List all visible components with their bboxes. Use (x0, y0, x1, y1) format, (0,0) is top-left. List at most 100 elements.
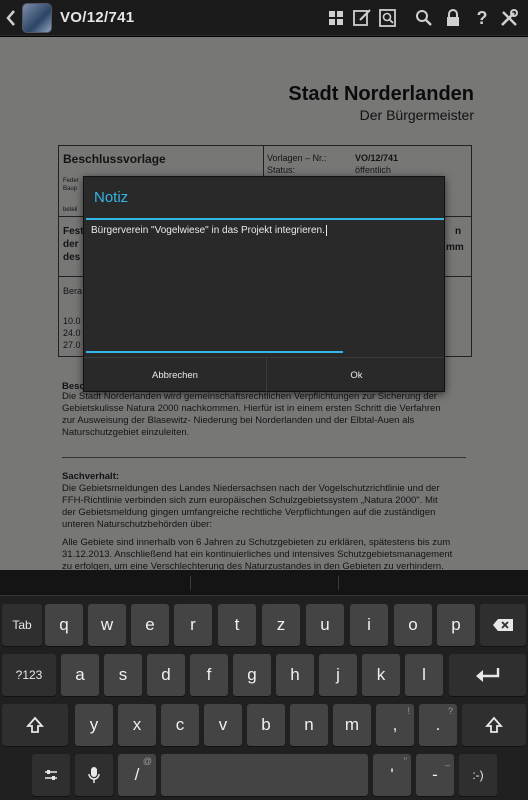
key-r[interactable]: r (174, 604, 212, 646)
key-d[interactable]: d (147, 654, 185, 696)
key-a[interactable]: a (61, 654, 99, 696)
key-h[interactable]: h (276, 654, 314, 696)
table-fragment: beteil (63, 207, 78, 213)
edit-note-icon[interactable] (352, 8, 372, 28)
key-k[interactable]: k (362, 654, 400, 696)
table-fragment: Baup (63, 186, 78, 192)
grid-icon[interactable] (326, 8, 346, 28)
beschluss-line: Naturschutzgebiet einzuleiten. (62, 427, 190, 438)
suggestion-strip[interactable] (0, 570, 528, 596)
sachverhalt-line: 31.12.2013. Anschließend hat ein kontinu… (62, 549, 453, 560)
microphone-icon (88, 767, 100, 783)
table-fragment: 27.0 (63, 340, 81, 350)
key-g[interactable]: g (233, 654, 271, 696)
sachverhalt-line: der Gebietsmeldung gingen umfangreiche r… (62, 507, 436, 518)
tab-key[interactable]: Tab (2, 604, 42, 646)
key-m[interactable]: m (333, 704, 371, 746)
help-icon[interactable]: ? (472, 8, 492, 28)
table-fragment: des (63, 252, 81, 263)
back-icon[interactable] (4, 8, 18, 28)
enter-key[interactable] (449, 654, 526, 696)
question-hint: ? (447, 706, 453, 716)
document-city: Stadt Norderlanden (288, 83, 474, 105)
lock-icon[interactable] (443, 8, 463, 28)
table-fragment: 24.0 (63, 328, 81, 338)
quote-hint: " (403, 756, 407, 766)
shift-right-key[interactable] (462, 704, 526, 746)
underscore-hint: _ (444, 756, 450, 766)
text-cursor (325, 225, 327, 236)
tools-icon[interactable] (499, 8, 519, 28)
key-dash[interactable]: - _ (416, 754, 454, 796)
search-icon[interactable] (414, 8, 434, 28)
key-n[interactable]: n (290, 704, 328, 746)
table-fragment: der (63, 239, 79, 250)
key-b[interactable]: b (247, 704, 285, 746)
sachverhalt-line: FFH-Richtlinie verbinden sich zum europä… (62, 495, 438, 506)
sachverhalt-line: Alle Gebiete sind innerhalb von 6 Jahren… (62, 537, 451, 548)
exclaim-hint: ! (407, 706, 410, 716)
voice-input-key[interactable] (75, 754, 113, 796)
key-q[interactable]: q (45, 604, 83, 646)
key-w[interactable]: w (88, 604, 126, 646)
table-fragment: mm (446, 242, 464, 253)
settings-sliders-icon (45, 770, 57, 780)
action-bar: VO/12/741 ? (0, 0, 528, 36)
sachverhalt-line: zu erfolgen, um eine Verschlechterung de… (62, 561, 444, 570)
table-heading: Beschlussvorlage (63, 152, 166, 166)
note-text-field[interactable]: Bürgerverein "Vogelwiese" in das Projekt… (91, 225, 431, 347)
key-comma[interactable]: , ! (376, 704, 414, 746)
key-c[interactable]: c (161, 704, 199, 746)
beschluss-line: Gebietskulisse Natura 2000 nachkommen. H… (62, 403, 441, 414)
key-t[interactable]: t (218, 604, 256, 646)
shift-icon (485, 716, 503, 733)
slash-label: / (134, 765, 140, 784)
note-text: Bürgerverein "Vogelwiese" in das Projekt… (91, 225, 325, 237)
table-fragment: Fest (63, 226, 84, 237)
key-i[interactable]: i (350, 604, 388, 646)
key-u[interactable]: u (306, 604, 344, 646)
vorlagen-label: Vorlagen – Nr.: (267, 153, 327, 163)
cancel-button[interactable]: Abbrechen (84, 358, 267, 392)
key-e[interactable]: e (131, 604, 169, 646)
key-x[interactable]: x (118, 704, 156, 746)
symbols-key[interactable]: ?123 (2, 654, 56, 696)
status-value: öffentlich (355, 165, 391, 175)
key-l[interactable]: l (405, 654, 443, 696)
enter-icon (475, 668, 499, 682)
key-apostrophe[interactable]: ' " (373, 754, 411, 796)
shift-left-key[interactable] (2, 704, 68, 746)
note-dialog: Notiz Bürgerverein "Vogelwiese" in das P… (83, 176, 445, 392)
ok-button[interactable]: Ok (268, 358, 445, 392)
beschluss-line: Die Stadt Norderlanden wird gemeinschaft… (62, 391, 437, 402)
sachverhalt-line: Die Gebietsmeldungen des Landes Niedersa… (62, 483, 440, 494)
key-slash[interactable]: / @ (118, 754, 156, 796)
key-z[interactable]: z (262, 604, 300, 646)
table-fragment: Feder (63, 178, 79, 184)
status-label: Status: (267, 165, 296, 175)
dialog-title: Notiz (94, 189, 129, 206)
document-mayor: Der Bürgermeister (359, 107, 474, 123)
key-j[interactable]: j (319, 654, 357, 696)
backspace-key[interactable] (480, 604, 526, 646)
shift-icon (26, 716, 44, 733)
sachverhalt-line: unteren Naturschutzbehörden über: (62, 519, 212, 530)
key-period[interactable]: . ? (419, 704, 457, 746)
smiley-key[interactable]: :-) (459, 754, 497, 796)
at-hint: @ (142, 756, 152, 766)
table-fragment: Bera (63, 286, 83, 296)
comma-label: , (392, 715, 398, 734)
vorlagen-value: VO/12/741 (355, 153, 399, 163)
key-f[interactable]: f (190, 654, 228, 696)
space-key[interactable] (161, 754, 368, 796)
key-s[interactable]: s (104, 654, 142, 696)
key-v[interactable]: v (204, 704, 242, 746)
search-page-icon[interactable] (378, 8, 398, 28)
key-o[interactable]: o (394, 604, 432, 646)
key-p[interactable]: p (437, 604, 475, 646)
app-logo[interactable] (22, 3, 52, 33)
beschluss-line: zur Ausweisung der Blasewitz- Niederung … (62, 415, 415, 426)
table-fragment: 10.0 (63, 316, 81, 326)
key-y[interactable]: y (75, 704, 113, 746)
settings-key[interactable] (32, 754, 70, 796)
